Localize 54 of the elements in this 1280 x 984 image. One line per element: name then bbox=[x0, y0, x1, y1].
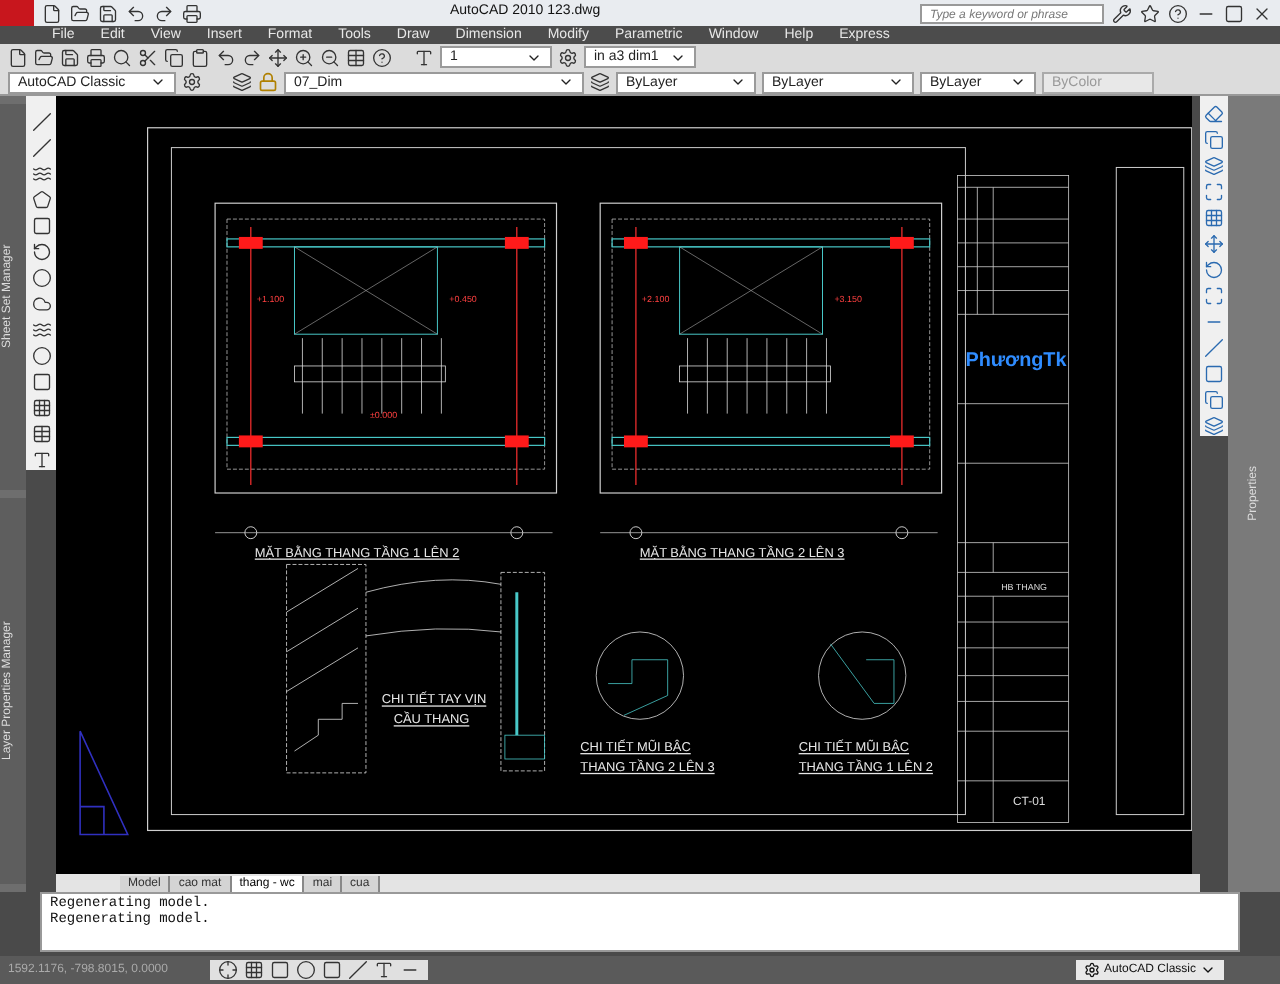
print-icon[interactable] bbox=[182, 3, 202, 23]
rectangle-icon[interactable] bbox=[31, 216, 51, 236]
copy-icon[interactable] bbox=[164, 47, 184, 67]
star-icon[interactable] bbox=[1140, 3, 1160, 23]
save-icon[interactable] bbox=[98, 3, 118, 23]
folder-icon[interactable] bbox=[70, 3, 90, 23]
line-icon[interactable] bbox=[31, 112, 51, 132]
help-icon[interactable] bbox=[1168, 3, 1188, 23]
zoom-in-icon[interactable] bbox=[294, 47, 314, 67]
circle-icon[interactable] bbox=[31, 268, 51, 288]
title-block-logo: PhươngTk bbox=[965, 349, 1067, 372]
caret-icon bbox=[1200, 962, 1216, 978]
cloud-icon[interactable] bbox=[31, 294, 51, 314]
help-icon[interactable] bbox=[372, 47, 392, 67]
spline-icon[interactable] bbox=[31, 320, 51, 340]
ucs-icon bbox=[79, 730, 129, 836]
redo-icon[interactable] bbox=[242, 47, 262, 67]
polygon-icon[interactable] bbox=[31, 190, 51, 210]
grid-icon[interactable] bbox=[244, 960, 264, 980]
rotate-icon[interactable] bbox=[1204, 260, 1224, 280]
snap-icon[interactable] bbox=[218, 960, 238, 980]
caret-icon bbox=[730, 74, 746, 90]
text-icon[interactable] bbox=[31, 450, 51, 470]
paste-icon[interactable] bbox=[190, 47, 210, 67]
layers-icon[interactable] bbox=[1204, 416, 1224, 436]
save-icon[interactable] bbox=[60, 47, 80, 67]
new-file-icon[interactable] bbox=[8, 47, 28, 67]
pan-icon[interactable] bbox=[268, 47, 288, 67]
arc-icon[interactable] bbox=[31, 242, 51, 262]
layers-icon[interactable] bbox=[232, 72, 252, 92]
settings-icon[interactable] bbox=[182, 72, 202, 92]
maximize-icon[interactable] bbox=[1224, 3, 1244, 23]
gear-icon bbox=[1083, 962, 1100, 978]
caret-icon bbox=[888, 74, 904, 90]
erase-icon[interactable] bbox=[1204, 104, 1224, 124]
redo-icon[interactable] bbox=[154, 3, 174, 23]
close-icon[interactable] bbox=[1252, 3, 1272, 23]
undo-icon[interactable] bbox=[216, 47, 236, 67]
undo-icon[interactable] bbox=[126, 3, 146, 23]
caret-icon bbox=[1010, 74, 1026, 90]
move-icon[interactable] bbox=[1204, 234, 1224, 254]
table-icon[interactable] bbox=[346, 47, 366, 67]
table-icon[interactable] bbox=[31, 424, 51, 444]
hatch-icon[interactable] bbox=[31, 398, 51, 418]
new-file-icon[interactable] bbox=[42, 3, 62, 23]
caret-icon bbox=[150, 74, 166, 90]
cut-icon[interactable] bbox=[138, 47, 158, 67]
copy-icon[interactable] bbox=[1204, 130, 1224, 150]
print-icon[interactable] bbox=[86, 47, 106, 67]
array-icon[interactable] bbox=[1204, 208, 1224, 228]
folder-icon[interactable] bbox=[34, 47, 54, 67]
drawing-canvas[interactable] bbox=[56, 96, 1192, 875]
zoom-out-icon[interactable] bbox=[320, 47, 340, 67]
tools-icon[interactable] bbox=[1112, 3, 1132, 23]
